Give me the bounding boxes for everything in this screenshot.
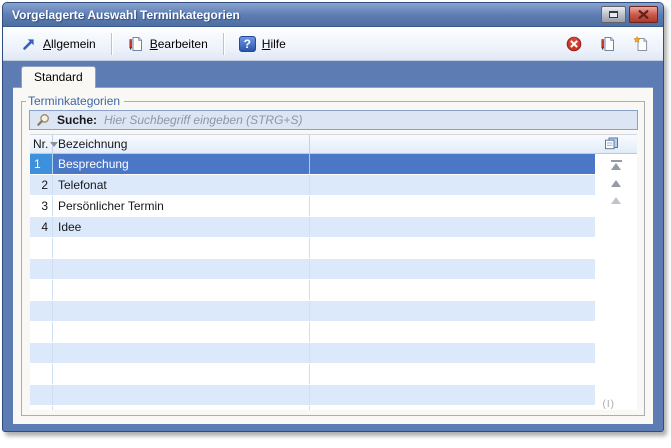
search-label: Suche: bbox=[57, 113, 97, 127]
cell-bezeichnung: Besprechung bbox=[53, 154, 310, 174]
move-up-page-icon bbox=[611, 197, 621, 204]
search-placeholder: Hier Suchbegriff eingeben (STRG+S) bbox=[104, 113, 302, 127]
table-row-empty bbox=[30, 364, 637, 385]
move-up-button[interactable] bbox=[611, 180, 621, 187]
table-row-empty bbox=[30, 343, 637, 364]
window-title: Vorgelagerte Auswahl Terminkategorien bbox=[12, 8, 240, 22]
cell-bezeichnung: Persönlicher Termin bbox=[53, 196, 310, 216]
edit-document-icon bbox=[599, 36, 616, 52]
titlebar[interactable]: Vorgelagerte Auswahl Terminkategorien bbox=[3, 3, 663, 27]
table-row-empty bbox=[30, 385, 637, 406]
bearbeiten-button[interactable]: Bearbeiten bbox=[119, 32, 216, 56]
column-chooser-button[interactable] bbox=[604, 137, 619, 155]
categories-table: Nr. Bezeichnung bbox=[30, 134, 637, 410]
delete-button[interactable] bbox=[563, 33, 585, 55]
tab-panel: Terminkategorien Suche: Hier Suchbegriff… bbox=[13, 87, 653, 424]
resize-indicator: (I) bbox=[603, 399, 615, 410]
cell-nr: 4 bbox=[30, 217, 53, 237]
allgemein-label-accel: A bbox=[43, 37, 51, 51]
toolbar-separator bbox=[223, 33, 224, 55]
bearbeiten-label: earbeiten bbox=[158, 37, 208, 51]
client-area: Standard Terminkategorien Suche: Hier Su… bbox=[3, 61, 663, 431]
table-row-empty bbox=[30, 280, 637, 301]
column-header-nr[interactable]: Nr. bbox=[30, 135, 53, 153]
allgemein-button[interactable]: Allgemein bbox=[13, 32, 104, 56]
bearbeiten-label-accel: B bbox=[150, 37, 158, 51]
column-header-bezeichnung-label: Bezeichnung bbox=[58, 137, 127, 151]
search-icon bbox=[36, 113, 50, 127]
terminkategorien-groupbox: Terminkategorien Suche: Hier Suchbegriff… bbox=[21, 101, 645, 416]
table-row[interactable]: 4 Idee bbox=[30, 217, 637, 238]
close-button[interactable] bbox=[629, 6, 658, 23]
column-header-filler bbox=[310, 135, 595, 153]
table-ghost-area bbox=[30, 406, 637, 410]
search-input[interactable]: Suche: Hier Suchbegriff eingeben (STRG+S… bbox=[29, 110, 638, 130]
help-icon: ? bbox=[239, 36, 256, 52]
column-header-nr-label: Nr. bbox=[33, 137, 48, 151]
arrow-ne-icon bbox=[21, 36, 37, 52]
tab-standard[interactable]: Standard bbox=[21, 66, 96, 88]
table-row[interactable]: 1 Besprechung bbox=[30, 154, 637, 175]
cell-nr: 2 bbox=[30, 175, 53, 195]
table-row-empty bbox=[30, 301, 637, 322]
close-icon bbox=[638, 10, 649, 19]
edit-record-button[interactable] bbox=[596, 33, 619, 55]
table-row[interactable]: 3 Persönlicher Termin bbox=[30, 196, 637, 217]
table-row-empty bbox=[30, 322, 637, 343]
table-body: 1 Besprechung 2 Telefonat bbox=[30, 154, 637, 410]
hilfe-button[interactable]: ? Hilfe bbox=[231, 32, 294, 56]
new-record-button[interactable] bbox=[630, 33, 653, 55]
groupbox-content: Suche: Hier Suchbegriff eingeben (STRG+S… bbox=[29, 110, 638, 410]
tab-strip: Standard bbox=[13, 66, 653, 87]
column-chooser-icon bbox=[604, 137, 619, 150]
table-row-empty bbox=[30, 238, 637, 259]
restore-icon bbox=[609, 11, 618, 18]
new-document-icon bbox=[633, 36, 650, 52]
groupbox-label: Terminkategorien bbox=[26, 94, 124, 108]
cell-bezeichnung: Telefonat bbox=[53, 175, 310, 195]
table-header: Nr. Bezeichnung bbox=[30, 134, 637, 154]
table-row-empty bbox=[30, 259, 637, 280]
restore-button[interactable] bbox=[601, 6, 626, 23]
delete-icon bbox=[566, 36, 582, 52]
move-up-icon bbox=[611, 180, 621, 187]
cell-nr: 1 bbox=[30, 154, 53, 174]
move-to-top-icon bbox=[611, 160, 622, 162]
toolbar: Allgemein Bearbeiten ? Hilfe bbox=[3, 27, 663, 61]
edit-document-icon bbox=[127, 36, 144, 52]
cell-nr: 3 bbox=[30, 196, 53, 216]
dialog-window: Vorgelagerte Auswahl Terminkategorien Al… bbox=[2, 2, 664, 432]
column-header-bezeichnung[interactable]: Bezeichnung bbox=[53, 135, 310, 153]
allgemein-label: llgemein bbox=[51, 37, 96, 51]
row-move-controls bbox=[609, 160, 623, 204]
cell-bezeichnung: Idee bbox=[53, 217, 310, 237]
table-row[interactable]: 2 Telefonat bbox=[30, 175, 637, 196]
move-up-page-button[interactable] bbox=[611, 197, 621, 204]
titlebar-buttons bbox=[601, 6, 658, 23]
toolbar-separator bbox=[111, 33, 112, 55]
hilfe-label: ilfe bbox=[270, 37, 285, 51]
move-to-top-button[interactable] bbox=[611, 160, 622, 170]
